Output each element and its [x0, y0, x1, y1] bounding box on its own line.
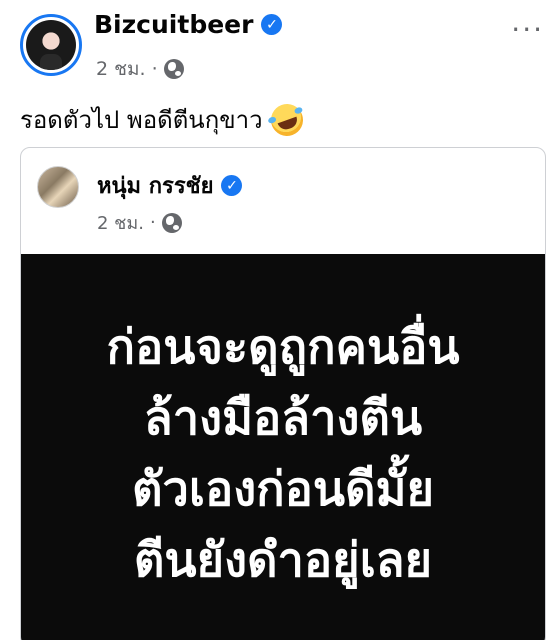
card-text-line: ตีนยังดำอยู่เลย — [133, 533, 433, 588]
post-caption-text: รอดตัวไป พอดีตีนกุขาว — [20, 106, 263, 134]
card-text-line: ล้างมือล้างตีน — [143, 391, 423, 446]
shared-post-time[interactable]: 2 ชม. — [97, 208, 144, 237]
author-avatar-image — [26, 20, 76, 70]
shared-author-name[interactable]: หนุ่ม กรรชัย — [97, 168, 213, 203]
shared-post-meta: 2 ชม. · — [97, 208, 182, 237]
shared-post[interactable]: หนุ่ม กรรชัย ✓ 2 ชม. · ก่อนจะดูถูกคนอื่น… — [20, 147, 546, 640]
verified-badge-icon: ✓ — [261, 14, 283, 35]
post-meta: 2 ชม. · — [96, 54, 184, 84]
meta-separator: · — [151, 58, 158, 80]
author-row: Bizcuitbeer ✓ — [94, 10, 283, 39]
author-avatar[interactable] — [20, 14, 82, 76]
text-image-card[interactable]: ก่อนจะดูถูกคนอื่น ล้างมือล้างตีน ตัวเองก… — [21, 254, 545, 640]
globe-icon[interactable] — [163, 59, 184, 79]
card-text-line: ก่อนจะดูถูกคนอื่น — [106, 320, 460, 375]
post-time[interactable]: 2 ชม. — [96, 54, 146, 84]
post-caption: รอดตัวไป พอดีตีนกุขาว — [20, 98, 308, 141]
author-name[interactable]: Bizcuitbeer — [94, 10, 253, 39]
facebook-post: Bizcuitbeer ✓ 2 ชม. · ··· รอดตัวไป พอดีต… — [0, 0, 560, 640]
shared-author-avatar[interactable] — [37, 166, 79, 208]
shared-author-row: หนุ่ม กรรชัย ✓ — [97, 168, 243, 203]
verified-badge-icon: ✓ — [221, 175, 243, 196]
rolling-laughing-emoji-icon — [266, 98, 308, 141]
more-options-button[interactable]: ··· — [511, 16, 544, 44]
meta-separator: · — [149, 212, 156, 233]
globe-icon[interactable] — [161, 212, 182, 233]
card-text-line: ตัวเองก่อนดีมั้ย — [131, 462, 434, 517]
